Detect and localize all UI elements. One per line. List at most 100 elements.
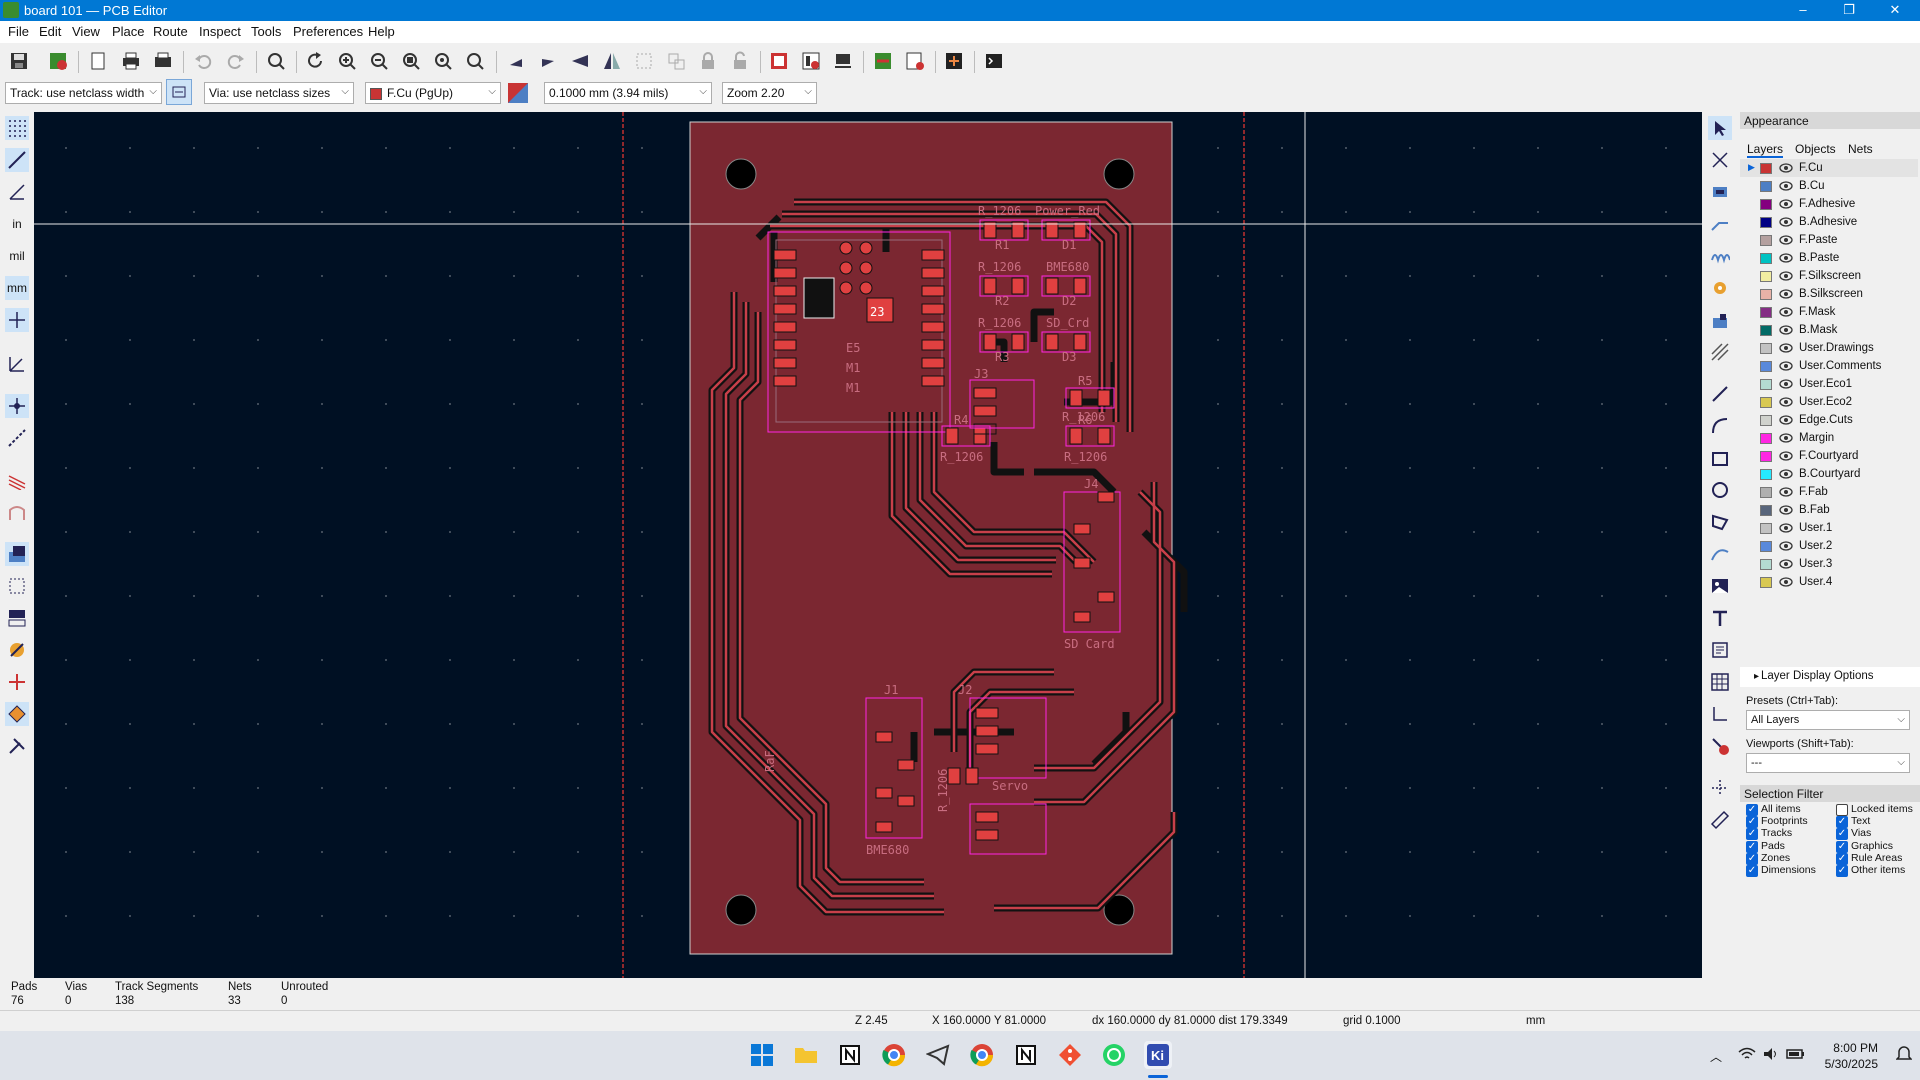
layer-color-swatch[interactable] [1760, 325, 1772, 336]
eye-icon[interactable] [1779, 431, 1793, 445]
eye-icon[interactable] [1779, 413, 1793, 427]
eye-icon[interactable] [1779, 197, 1793, 211]
footprint-browser-icon[interactable] [798, 48, 824, 74]
menu-file[interactable]: File [8, 24, 29, 39]
eye-icon[interactable] [1779, 323, 1793, 337]
kicad-taskbar-icon[interactable]: Ki [1144, 1041, 1172, 1069]
layer-color-swatch[interactable] [1760, 163, 1772, 174]
layer-color-swatch[interactable] [1760, 505, 1772, 516]
eye-icon[interactable] [1779, 521, 1793, 535]
layer-color-swatch[interactable] [1760, 379, 1772, 390]
layer-select[interactable]: F.Cu (PgUp) ⌵ [365, 82, 501, 104]
layer-color-swatch[interactable] [1760, 415, 1772, 426]
route-diff-pair-icon[interactable] [1708, 244, 1732, 268]
show-zones-icon[interactable] [5, 426, 29, 450]
zoom-out-icon[interactable] [366, 48, 392, 74]
plot-icon[interactable] [150, 48, 176, 74]
layer-row-f-mask[interactable]: F.Mask [1740, 303, 1918, 321]
tab-nets[interactable]: Nets [1848, 142, 1873, 156]
layer-display-options-toggle[interactable]: ▸ Layer Display Options [1740, 667, 1920, 687]
presets-select[interactable]: All Layers ⌵ [1746, 710, 1910, 730]
layer-color-swatch[interactable] [1760, 307, 1772, 318]
filter-checkbox[interactable]: ✓ [1746, 804, 1758, 816]
layer-row-edge-cuts[interactable]: Edge.Cuts [1740, 411, 1918, 429]
appearance-panel-icon[interactable] [5, 702, 29, 726]
layer-pair-icon[interactable] [506, 81, 530, 105]
lock-icon[interactable] [695, 48, 721, 74]
draw-rectangle-icon[interactable] [1708, 446, 1732, 470]
layer-row-f-courtyard[interactable]: F.Courtyard [1740, 447, 1918, 465]
wifi-icon[interactable] [1738, 1046, 1756, 1065]
notion-alt-icon[interactable] [1012, 1041, 1040, 1069]
eye-icon[interactable] [1779, 269, 1793, 283]
via-display-icon[interactable] [5, 500, 29, 524]
scripting-console-icon[interactable] [981, 48, 1007, 74]
units-mil-button[interactable]: mil [5, 244, 29, 268]
page-settings-icon[interactable] [85, 48, 111, 74]
add-footprint-icon[interactable] [1708, 180, 1732, 204]
redo-icon[interactable] [223, 48, 249, 74]
polar-coords-icon[interactable] [5, 180, 29, 204]
layer-row-margin[interactable]: Margin [1740, 429, 1918, 447]
chevron-up-icon[interactable]: ︿ [1710, 1048, 1722, 1065]
menu-inspect[interactable]: Inspect [199, 24, 241, 39]
layer-row-b-adhesive[interactable]: B.Adhesive [1740, 213, 1918, 231]
flip-icon[interactable] [567, 48, 593, 74]
high-contrast-icon[interactable] [5, 468, 29, 492]
update-pcb-icon[interactable] [870, 48, 896, 74]
eye-icon[interactable] [1779, 341, 1793, 355]
ungroup-icon[interactable] [663, 48, 689, 74]
undo-icon[interactable] [190, 48, 216, 74]
add-dimension-icon[interactable] [1708, 702, 1732, 726]
tab-objects[interactable]: Objects [1795, 142, 1836, 156]
select-arrow-icon[interactable] [1708, 116, 1732, 140]
filter-checkbox[interactable]: ✓ [1746, 816, 1758, 829]
layer-color-swatch[interactable] [1760, 433, 1772, 444]
zoom-selection-icon[interactable] [462, 48, 488, 74]
viewports-select[interactable]: --- ⌵ [1746, 753, 1910, 773]
zoom-select[interactable]: Zoom 2.20 ⌵ [722, 82, 817, 104]
add-via-icon[interactable] [1708, 276, 1732, 300]
layer-row-user-eco1[interactable]: User.Eco1 [1740, 375, 1918, 393]
units-inch-button[interactable]: in [5, 212, 29, 236]
close-button[interactable]: ✕ [1872, 0, 1918, 21]
local-ratsnest-icon[interactable] [1708, 148, 1732, 172]
layer-row-f-adhesive[interactable]: F.Adhesive [1740, 195, 1918, 213]
menu-tools[interactable]: Tools [251, 24, 281, 39]
notion-icon[interactable] [836, 1041, 864, 1069]
layer-row-user-comments[interactable]: User.Comments [1740, 357, 1918, 375]
notification-icon[interactable] [1895, 1045, 1913, 1066]
layer-row-b-fab[interactable]: B.Fab [1740, 501, 1918, 519]
auto-track-width-icon[interactable] [166, 79, 192, 105]
eye-icon[interactable] [1779, 179, 1793, 193]
eye-icon[interactable] [1779, 395, 1793, 409]
track-outline-icon[interactable] [5, 606, 29, 630]
chrome-icon[interactable] [880, 1041, 908, 1069]
eye-icon[interactable] [1779, 503, 1793, 517]
add-rule-area-icon[interactable] [1708, 340, 1732, 364]
menu-help[interactable]: Help [368, 24, 395, 39]
layer-color-swatch[interactable] [1760, 397, 1772, 408]
draw-circle-icon[interactable] [1708, 478, 1732, 502]
refresh-icon[interactable] [302, 48, 328, 74]
layer-color-swatch[interactable] [1760, 217, 1772, 228]
layer-row-b-courtyard[interactable]: B.Courtyard [1740, 465, 1918, 483]
layer-color-icon[interactable] [5, 670, 29, 694]
eye-icon[interactable] [1779, 557, 1793, 571]
eye-icon[interactable] [1779, 575, 1793, 589]
filter-checkbox[interactable]: ✓ [1746, 840, 1758, 853]
windows-start-icon[interactable] [748, 1041, 776, 1069]
eye-icon[interactable] [1779, 215, 1793, 229]
eye-icon[interactable] [1779, 467, 1793, 481]
layer-color-swatch[interactable] [1760, 181, 1772, 192]
eye-icon[interactable] [1779, 233, 1793, 247]
layer-color-swatch[interactable] [1760, 523, 1772, 534]
layer-color-swatch[interactable] [1760, 199, 1772, 210]
layer-color-swatch[interactable] [1760, 361, 1772, 372]
filter-checkbox[interactable] [1836, 804, 1848, 816]
curved-ratsnest-icon[interactable] [5, 394, 29, 418]
eye-icon[interactable] [1779, 305, 1793, 319]
route-track-icon[interactable] [1708, 212, 1732, 236]
zoom-fit-icon[interactable] [398, 48, 424, 74]
eye-icon[interactable] [1779, 359, 1793, 373]
